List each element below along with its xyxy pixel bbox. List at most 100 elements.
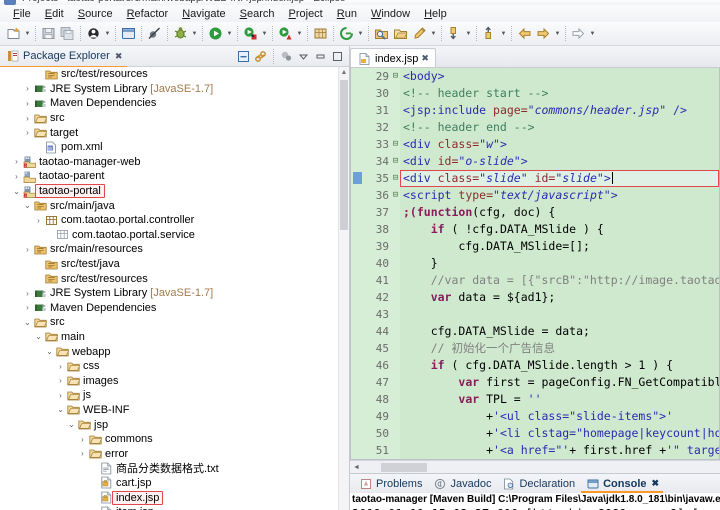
twisty-collapsed-icon[interactable]: › xyxy=(55,391,66,400)
scrollbar-track[interactable] xyxy=(363,462,720,473)
scroll-left-icon[interactable]: ◄ xyxy=(350,464,363,471)
tree-item-jre-system-library[interactable]: › JRE System Library [JavaSE-1.7] xyxy=(0,286,349,301)
back-icon[interactable] xyxy=(515,24,534,44)
tab-console[interactable]: Console ✖ xyxy=(581,475,664,493)
tree-item-main[interactable]: ⌄ main xyxy=(0,330,349,345)
dropdown-arrow-icon[interactable]: ▼ xyxy=(429,24,438,44)
code-line[interactable]: <!-- header end --> xyxy=(400,119,719,136)
code-line[interactable]: <script type="text/javascript"> xyxy=(400,187,719,204)
tree-item-index-jsp[interactable]: index.jsp xyxy=(0,490,349,505)
code-line[interactable]: // 初始化一个广告信息 xyxy=(400,340,719,357)
close-icon[interactable]: ✖ xyxy=(652,478,660,489)
open-type-icon[interactable] xyxy=(372,24,391,44)
tree-item-maven-dependencies[interactable]: › Maven Dependencies xyxy=(0,301,349,316)
console-output[interactable]: 2019-01-11 15:02:27,600 [http-bio-8080-e… xyxy=(350,506,720,510)
tab-index-jsp[interactable]: index.jsp ✖ xyxy=(350,48,436,68)
fold-toggle-icon[interactable]: ⊟ xyxy=(391,68,400,85)
twisty-collapsed-icon[interactable]: › xyxy=(22,114,33,123)
menu-edit[interactable]: Edit xyxy=(38,7,71,21)
code-line[interactable]: if ( cfg.DATA_MSlide.length > 1 ) { xyxy=(400,357,719,374)
twisty-expanded-icon[interactable]: ⌄ xyxy=(66,420,77,429)
tree-item-jre-system-library[interactable]: › JRE System Library [JavaSE-1.7] xyxy=(0,82,349,97)
toggle-console-icon[interactable] xyxy=(119,24,138,44)
link-with-editor-icon[interactable] xyxy=(253,49,268,64)
code-line[interactable]: var data = ${ad1}; xyxy=(400,289,719,306)
code-line[interactable]: <jsp:include page="commons/header.jsp" /… xyxy=(400,102,719,119)
tree-item-webapp[interactable]: ⌄ webapp xyxy=(0,344,349,359)
maximize-icon[interactable] xyxy=(330,49,345,64)
editor-marker-bar[interactable] xyxy=(351,68,365,459)
code-line[interactable]: var first = pageConfig.FN_GetCompatibl xyxy=(400,374,719,391)
code-line[interactable]: +'<a href="'+ first.href +'" targe xyxy=(400,442,719,459)
code-line[interactable]: <div id="o-slide"> xyxy=(400,153,719,170)
twisty-expanded-icon[interactable]: ⌄ xyxy=(22,318,33,327)
dropdown-arrow-icon[interactable]: ▼ xyxy=(464,24,473,44)
open-task-icon[interactable] xyxy=(391,24,410,44)
dropdown-arrow-icon[interactable]: ▼ xyxy=(190,24,199,44)
tree-item-src-test-resources[interactable]: src/test/resources xyxy=(0,271,349,286)
dropdown-arrow-icon[interactable]: ▼ xyxy=(295,24,304,44)
tree-item-com-taotao-portal-service[interactable]: com.taotao.portal.service xyxy=(0,228,349,243)
menu-project[interactable]: Project xyxy=(282,7,330,21)
tree-item--txt[interactable]: 商品分类数据格式.txt xyxy=(0,461,349,476)
tree-item-maven-dependencies[interactable]: › Maven Dependencies xyxy=(0,96,349,111)
run-external-tools-icon[interactable] xyxy=(241,24,260,44)
new-java-class-icon[interactable] xyxy=(84,24,103,44)
fold-toggle-icon[interactable]: ⊟ xyxy=(391,187,400,204)
menu-window[interactable]: Window xyxy=(364,7,417,21)
twisty-collapsed-icon[interactable]: › xyxy=(22,128,33,137)
save-icon[interactable] xyxy=(39,24,58,44)
search-icon[interactable] xyxy=(410,24,429,44)
tree-item-css[interactable]: › css xyxy=(0,359,349,374)
code-line[interactable]: if ( !cfg.DATA_MSlide ) { xyxy=(400,221,719,238)
menu-file[interactable]: File xyxy=(6,7,38,21)
twisty-collapsed-icon[interactable]: › xyxy=(22,99,33,108)
tree-item-src-test-resources[interactable]: src/test/resources xyxy=(0,67,349,82)
twisty-collapsed-icon[interactable]: › xyxy=(11,172,22,181)
editor-code[interactable]: <body> <!-- header start --> <jsp:include … xyxy=(400,68,719,459)
tree-item-src-main-resources[interactable]: › src/main/resources xyxy=(0,242,349,257)
fold-toggle-icon[interactable]: ⊟ xyxy=(391,170,400,187)
new-java-project-icon[interactable] xyxy=(337,24,356,44)
collapse-all-icon[interactable] xyxy=(236,49,251,64)
fold-toggle-icon[interactable]: ⊟ xyxy=(391,153,400,170)
tree-item-com-taotao-portal-controller[interactable]: › com.taotao.portal.controller xyxy=(0,213,349,228)
tree-item-src-main-java[interactable]: ⌄ src/main/java xyxy=(0,198,349,213)
code-line[interactable]: cfg.DATA_MSlide = data; xyxy=(400,323,719,340)
dropdown-arrow-icon[interactable]: ▼ xyxy=(553,24,562,44)
next-annotation-icon[interactable] xyxy=(445,24,464,44)
menu-source[interactable]: Source xyxy=(71,7,120,21)
menu-refactor[interactable]: Refactor xyxy=(120,7,176,21)
new-package-icon[interactable] xyxy=(311,24,330,44)
tree-item-taotao-portal[interactable]: ⌄ Jtaotao-portal xyxy=(0,184,349,199)
twisty-collapsed-icon[interactable]: › xyxy=(55,362,66,371)
fold-toggle-icon[interactable]: ⊟ xyxy=(391,136,400,153)
dropdown-arrow-icon[interactable]: ▼ xyxy=(499,24,508,44)
tree-item-target[interactable]: › target xyxy=(0,125,349,140)
debug-icon[interactable] xyxy=(171,24,190,44)
code-line[interactable]: } xyxy=(400,255,719,272)
menu-help[interactable]: Help xyxy=(417,7,454,21)
twisty-expanded-icon[interactable]: ⌄ xyxy=(11,187,22,196)
twisty-expanded-icon[interactable]: ⌄ xyxy=(22,201,33,210)
scrollbar-thumb[interactable] xyxy=(381,462,427,472)
menu-search[interactable]: Search xyxy=(233,7,282,21)
twisty-collapsed-icon[interactable]: › xyxy=(22,303,33,312)
tree-item-src[interactable]: ⌄ src xyxy=(0,315,349,330)
close-icon[interactable]: ✖ xyxy=(115,51,123,62)
view-filter-icon[interactable] xyxy=(279,49,294,64)
tree-item-error[interactable]: › error xyxy=(0,446,349,461)
twisty-collapsed-icon[interactable]: › xyxy=(77,449,88,458)
code-line[interactable] xyxy=(400,306,719,323)
tree-item-src-test-java[interactable]: src/test/java xyxy=(0,257,349,272)
run-icon[interactable] xyxy=(206,24,225,44)
forward-icon[interactable] xyxy=(534,24,553,44)
scroll-up-icon[interactable]: ▲ xyxy=(339,67,349,78)
code-line[interactable]: <body> xyxy=(400,68,719,85)
tree-item-cart-jsp[interactable]: cart.jsp xyxy=(0,476,349,491)
editor-folding-column[interactable]: ⊟ ⊟ ⊟ ⊟ ⊟ xyxy=(391,68,400,459)
save-all-icon[interactable] xyxy=(58,24,77,44)
code-line[interactable]: +'<li clstag="homepage|keycount|ho xyxy=(400,425,719,442)
package-explorer-tree[interactable]: src/test/resources › JRE System Library [J… xyxy=(0,67,349,510)
dropdown-arrow-icon[interactable]: ▼ xyxy=(260,24,269,44)
